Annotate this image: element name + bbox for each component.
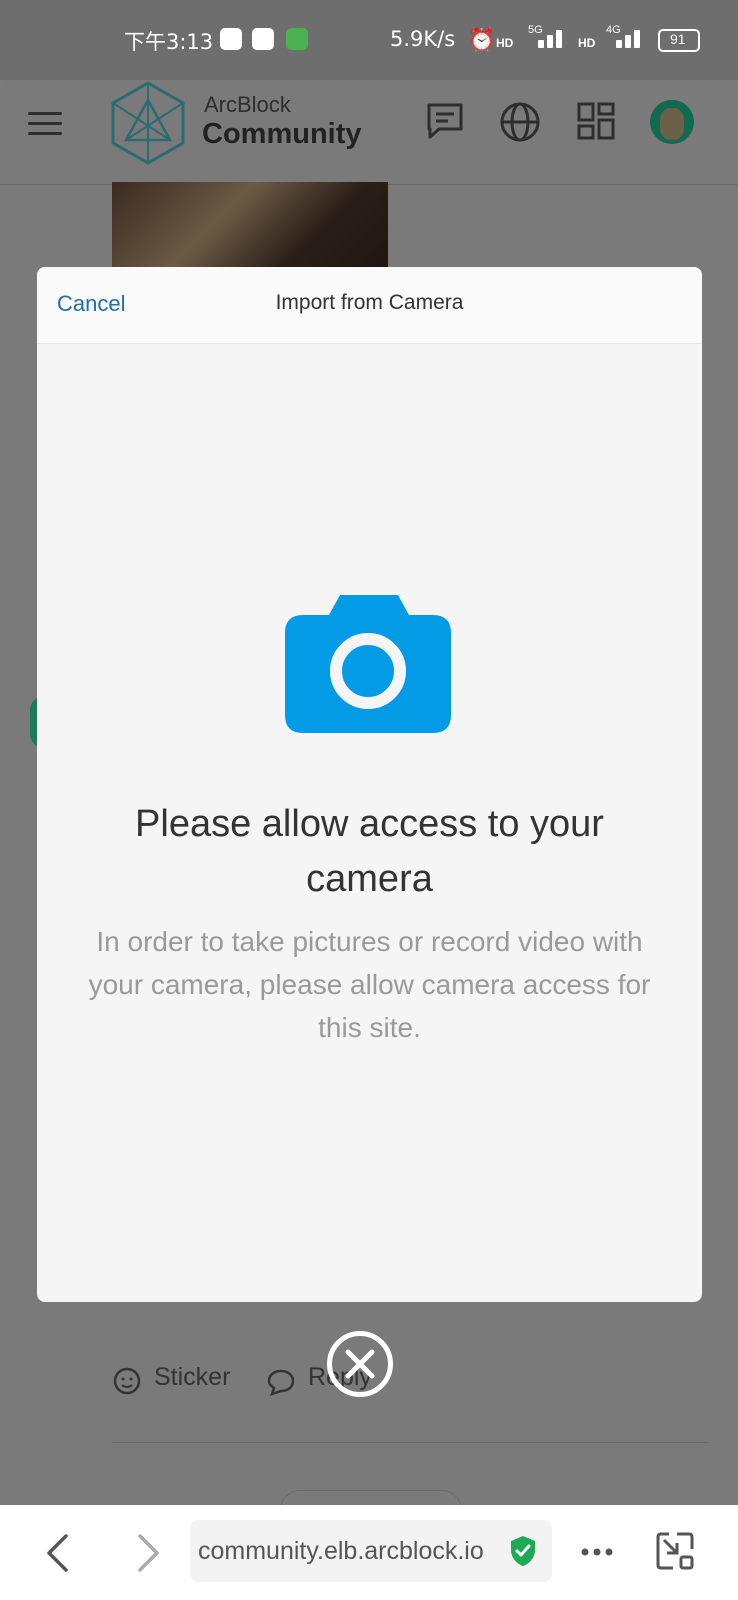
network-speed: 5.9K/s xyxy=(390,27,456,51)
browser-toolbar: community.elb.arcblock.io xyxy=(0,1505,738,1600)
address-bar[interactable]: community.elb.arcblock.io xyxy=(190,1520,552,1582)
reply-icon[interactable] xyxy=(266,1368,296,1396)
signal-bar xyxy=(634,30,640,48)
avatar-figure xyxy=(660,108,684,140)
hd-label-2: HD xyxy=(578,36,596,50)
close-icon[interactable] xyxy=(342,1346,378,1382)
signal-bar xyxy=(616,40,622,48)
status-time: 下午3:13 xyxy=(124,30,214,54)
hd-label-1: HD xyxy=(496,36,514,50)
signal-bar xyxy=(625,35,631,48)
battery-level: 91 xyxy=(670,31,686,47)
back-icon[interactable] xyxy=(44,1533,70,1573)
url-text[interactable]: community.elb.arcblock.io xyxy=(198,1537,484,1566)
message-app-icon xyxy=(286,28,308,50)
post-divider xyxy=(112,1442,708,1443)
camera-icon xyxy=(285,595,451,733)
permission-headline: Please allow access to your camera xyxy=(135,803,604,900)
brand-name[interactable]: Community xyxy=(202,118,362,151)
post-image xyxy=(112,182,388,268)
brand-top-text: ArcBlock xyxy=(204,92,291,117)
network-5g-label: 5G xyxy=(528,24,543,36)
dialog-title: Import from Camera xyxy=(275,291,464,314)
signal-bar xyxy=(556,30,562,48)
more-options-icon[interactable] xyxy=(580,1547,614,1557)
sticker-button[interactable]: Sticker xyxy=(154,1363,230,1392)
network-4g-label: 4G xyxy=(606,24,621,36)
signal-bar xyxy=(538,40,544,48)
permission-description: In order to take pictures or record vide… xyxy=(88,926,651,1043)
alarm-icon: ⏰ xyxy=(468,27,496,52)
globe-icon[interactable] xyxy=(499,101,541,143)
apps-grid-icon[interactable] xyxy=(577,102,615,140)
secure-shield-icon[interactable] xyxy=(508,1534,538,1568)
import-camera-dialog: Cancel Import from Camera Please allow a… xyxy=(37,267,702,1302)
sticker-icon[interactable] xyxy=(112,1366,142,1396)
home-app-icon xyxy=(252,28,274,50)
arcblock-logo-icon xyxy=(111,81,185,165)
dialog-header: Cancel Import from Camera xyxy=(37,267,702,344)
signal-bar xyxy=(547,35,553,48)
forward-icon[interactable] xyxy=(136,1533,162,1573)
minimize-window-icon[interactable] xyxy=(655,1531,695,1571)
chat-icon[interactable] xyxy=(425,102,465,140)
app-notification-icon xyxy=(220,28,242,50)
menu-icon[interactable] xyxy=(28,105,62,142)
